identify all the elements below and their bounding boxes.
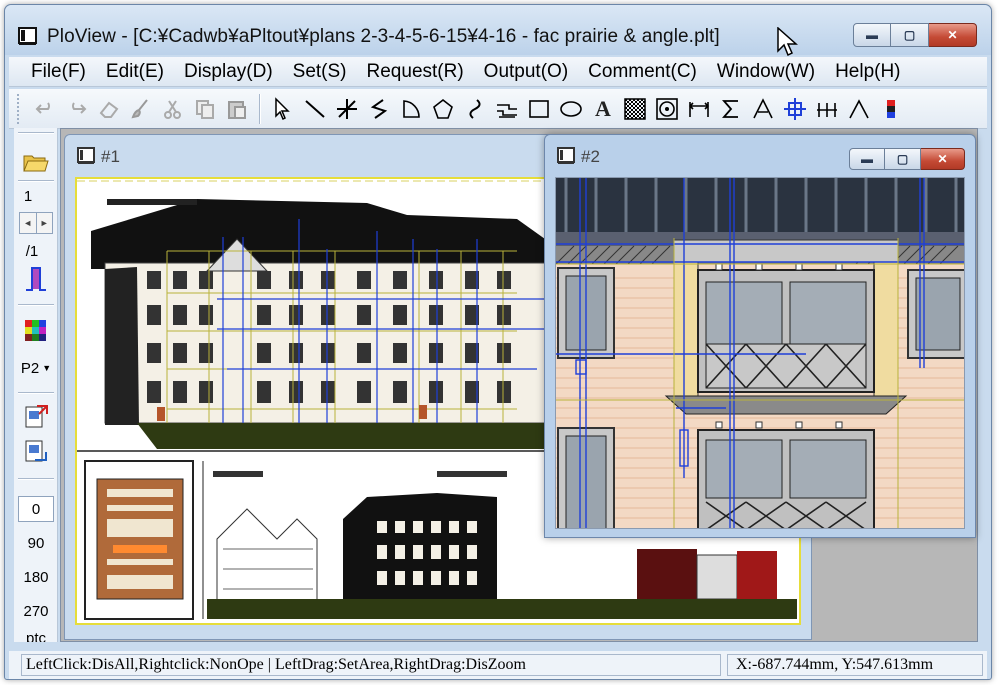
mouse-cursor-icon	[777, 27, 798, 57]
angle-180-button[interactable]: 180	[14, 566, 58, 588]
ellipse-icon[interactable]	[555, 93, 587, 125]
import-image-icon[interactable]	[14, 436, 58, 466]
eraser-icon[interactable]	[93, 93, 125, 125]
menu-comment[interactable]: Comment(C)	[578, 61, 707, 83]
status-bar: LeftClick:DisAll,Rightclick:NonOpe | Lef…	[9, 651, 987, 679]
angle-0-label: 0	[31, 500, 41, 518]
window-2-caption-buttons: ▬ ▢ ✕	[849, 148, 965, 170]
redo-icon[interactable]	[61, 93, 93, 125]
text-icon[interactable]: A	[587, 93, 619, 125]
multi-dim-icon[interactable]	[811, 93, 843, 125]
brush-icon[interactable]	[125, 93, 157, 125]
more-label: ptc	[25, 630, 46, 642]
side-separator	[18, 478, 54, 480]
polyline-icon[interactable]	[363, 93, 395, 125]
angle-icon[interactable]	[747, 93, 779, 125]
color-bar-icon[interactable]	[875, 93, 907, 125]
window-2-maximize-button[interactable]: ▢	[885, 148, 921, 170]
document-icon	[557, 147, 575, 164]
drawing-window-2[interactable]: #2 ▬ ▢ ✕	[544, 134, 976, 538]
paste-icon[interactable]	[221, 93, 253, 125]
export-image-icon[interactable]	[14, 402, 58, 432]
page-number: 1	[23, 187, 33, 205]
menu-help[interactable]: Help(H)	[825, 61, 910, 83]
minimize-icon: ▬	[861, 152, 873, 166]
side-separator	[18, 392, 54, 394]
window-caption-buttons: ▬ ▢ ✕	[853, 23, 977, 47]
app-icon	[18, 27, 37, 45]
menu-file[interactable]: File(F)	[9, 61, 96, 83]
open-folder-icon[interactable]	[14, 148, 58, 176]
side-separator	[18, 180, 54, 182]
dimension-icon[interactable]	[683, 93, 715, 125]
page-next-icon[interactable]: ►	[37, 213, 53, 233]
menu-bar: File(F) Edit(E) Display(D) Set(S) Reques…	[9, 57, 987, 87]
menu-edit[interactable]: Edit(E)	[96, 61, 174, 83]
drawing-canvas-2[interactable]	[555, 177, 965, 529]
cut-icon[interactable]	[157, 93, 189, 125]
close-icon: ✕	[937, 152, 948, 166]
toolbar: A	[9, 89, 987, 129]
window-title: PloView - [C:¥Cadwb¥aPltout¥plans 2-3-4-…	[47, 26, 720, 47]
pen-selector[interactable]: P2 ▼	[14, 356, 58, 380]
side-separator	[18, 132, 54, 134]
crosshair-icon[interactable]	[779, 93, 811, 125]
menu-request[interactable]: Request(R)	[357, 61, 474, 83]
line-icon[interactable]	[299, 93, 331, 125]
page-spinner[interactable]: ◄ ►	[19, 212, 53, 234]
minimize-icon: ▬	[866, 28, 878, 42]
maximize-button[interactable]: ▢	[891, 23, 929, 47]
angle-90-button[interactable]: 90	[14, 532, 58, 554]
maximize-icon: ▢	[903, 28, 916, 42]
maximize-icon: ▢	[896, 152, 909, 166]
plot-drawing-2	[556, 178, 964, 528]
close-icon: ✕	[947, 28, 958, 42]
window-2-close-button[interactable]: ✕	[921, 148, 965, 170]
pentagon-icon[interactable]	[427, 93, 459, 125]
minimize-button[interactable]: ▬	[853, 23, 891, 47]
select-arrow-icon[interactable]	[267, 93, 299, 125]
pen-selector-label: P2	[20, 359, 40, 377]
side-toolbar: 1 ◄ ► /1 P2 ▼ 0 90 180 270 ptc	[14, 128, 58, 642]
color-palette-icon[interactable]	[14, 316, 58, 346]
status-coordinates: X:-687.744mm, Y:547.613mm	[727, 654, 983, 676]
sector-icon[interactable]	[395, 93, 427, 125]
menu-window[interactable]: Window(W)	[707, 61, 825, 83]
status-hint: LeftClick:DisAll,Rightclick:NonOpe | Lef…	[21, 654, 721, 676]
rectangle-icon[interactable]	[523, 93, 555, 125]
stair-line-icon[interactable]	[491, 93, 523, 125]
cross-lines-icon[interactable]	[331, 93, 363, 125]
undo-icon[interactable]	[29, 93, 61, 125]
toolbar-grip[interactable]	[17, 93, 23, 124]
hatch-icon[interactable]	[619, 93, 651, 125]
curve-icon[interactable]	[459, 93, 491, 125]
title-bar[interactable]: PloView - [C:¥Cadwb¥aPltout¥plans 2-3-4-…	[5, 5, 991, 57]
toolbar-separator	[259, 93, 261, 124]
pen-width-icon[interactable]	[14, 260, 58, 294]
window-2-minimize-button[interactable]: ▬	[849, 148, 885, 170]
document-icon	[77, 147, 95, 164]
circle-target-icon[interactable]	[651, 93, 683, 125]
sigma-icon[interactable]	[715, 93, 747, 125]
angle-dim-icon[interactable]	[843, 93, 875, 125]
page-prev-icon[interactable]: ◄	[20, 213, 37, 233]
menu-output[interactable]: Output(O)	[474, 61, 578, 83]
copy-icon[interactable]	[189, 93, 221, 125]
angle-270-button[interactable]: 270	[14, 600, 58, 622]
side-separator	[18, 304, 54, 306]
window-1-title: #1	[101, 147, 120, 166]
window-2-title: #2	[581, 147, 600, 166]
menu-display[interactable]: Display(D)	[174, 61, 283, 83]
page-total: /1	[25, 242, 39, 260]
close-button[interactable]: ✕	[929, 23, 977, 47]
menu-set[interactable]: Set(S)	[283, 61, 357, 83]
chevron-down-icon: ▼	[42, 363, 52, 373]
